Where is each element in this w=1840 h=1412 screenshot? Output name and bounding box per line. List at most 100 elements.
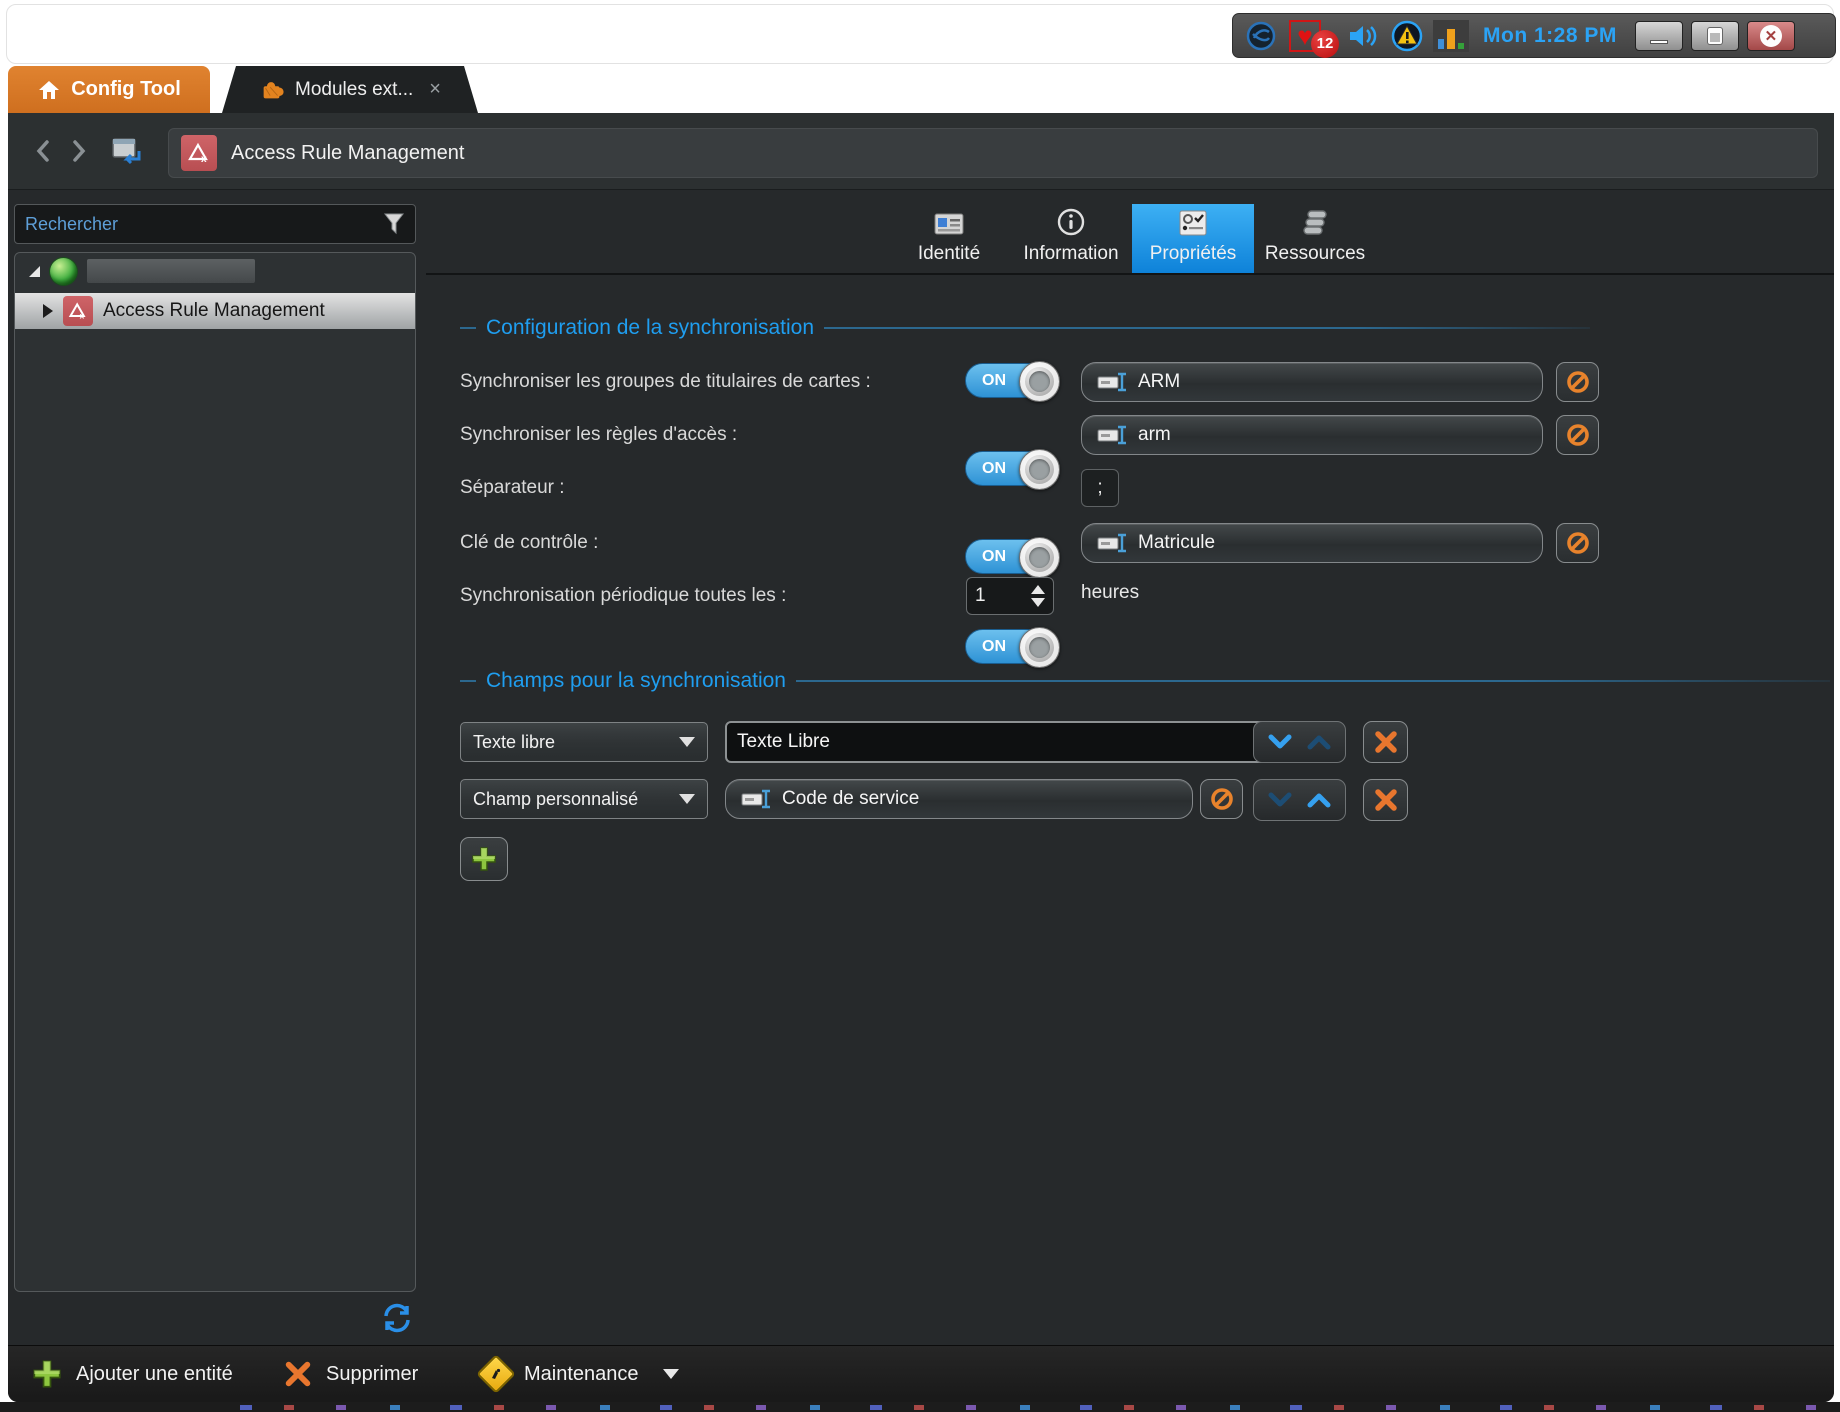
search-box[interactable] bbox=[14, 204, 416, 244]
add-entity-button[interactable]: Ajouter une entité bbox=[32, 1359, 284, 1389]
free-text-value[interactable] bbox=[737, 731, 1259, 753]
add-field-button[interactable] bbox=[460, 837, 508, 881]
toggle-on-label: ON bbox=[982, 638, 1006, 656]
entity-tab-bar: Identité Information Propriétés Ressourc… bbox=[888, 204, 1376, 273]
warnings-icon[interactable] bbox=[1389, 18, 1425, 54]
field-value: Code de service bbox=[782, 788, 919, 810]
system-tray: ♥ 12 Mon 1:28 PM ✕ bbox=[1232, 13, 1836, 58]
restore-button[interactable] bbox=[1691, 21, 1739, 51]
clear-field-button[interactable] bbox=[1556, 362, 1599, 402]
add-entity-label: Ajouter une entité bbox=[76, 1363, 233, 1386]
toggle-knob[interactable] bbox=[1019, 449, 1060, 490]
background-content-fragments bbox=[240, 1405, 1820, 1410]
toggle-access-rules[interactable]: ON bbox=[965, 451, 1059, 486]
delete-row-button[interactable] bbox=[1363, 721, 1408, 763]
block-icon bbox=[1565, 369, 1591, 395]
tab-identite[interactable]: Identité bbox=[888, 204, 1010, 273]
row-label-control-key: Clé de contrôle : bbox=[460, 532, 598, 554]
plus-icon bbox=[32, 1359, 62, 1389]
sync-interval-input[interactable] bbox=[966, 577, 1054, 615]
toggle-knob[interactable] bbox=[1019, 537, 1060, 578]
tab-proprietes-label: Propriétés bbox=[1150, 243, 1237, 265]
step-down-icon[interactable] bbox=[1031, 598, 1045, 607]
tab-proprietes[interactable]: Propriétés bbox=[1132, 204, 1254, 273]
expander-closed-icon[interactable] bbox=[43, 304, 53, 318]
tab-identite-label: Identité bbox=[918, 243, 980, 265]
svg-text:x: x bbox=[80, 311, 85, 321]
tab-ressources[interactable]: Ressources bbox=[1254, 204, 1376, 273]
identity-icon bbox=[933, 211, 965, 237]
toggle-knob[interactable] bbox=[1019, 627, 1060, 668]
toggle-on-label: ON bbox=[982, 460, 1006, 478]
toggle-control-key[interactable]: ON bbox=[965, 629, 1059, 664]
field-control-key[interactable]: Matricule bbox=[1081, 523, 1543, 563]
tab-modules-ext-label: Modules ext... bbox=[295, 79, 413, 101]
clear-field-button[interactable] bbox=[1556, 523, 1599, 563]
genetec-logo-icon[interactable] bbox=[1243, 18, 1279, 54]
tab-information[interactable]: Information bbox=[1010, 204, 1132, 273]
forward-button[interactable] bbox=[66, 135, 92, 167]
move-up-icon[interactable] bbox=[1307, 792, 1331, 808]
information-icon bbox=[1056, 207, 1086, 237]
breadcrumb[interactable]: x Access Rule Management bbox=[168, 128, 1818, 178]
svg-text:x: x bbox=[201, 154, 207, 165]
section-sync-config-header: Configuration de la synchronisation bbox=[460, 316, 1590, 340]
separator-value-box[interactable]: ; bbox=[1081, 469, 1119, 507]
toggle-cardholder-groups[interactable]: ON bbox=[965, 363, 1059, 398]
field-cardholder-group[interactable]: ARM bbox=[1081, 362, 1543, 402]
reorder-buttons[interactable] bbox=[1253, 721, 1346, 763]
maintenance-menu-button[interactable]: Maintenance bbox=[482, 1360, 679, 1388]
field-type-dropdown[interactable]: Champ personnalisé bbox=[460, 779, 708, 819]
tray-clock[interactable]: Mon 1:28 PM bbox=[1477, 24, 1627, 48]
minimize-button[interactable] bbox=[1635, 21, 1683, 51]
task-history-icon[interactable] bbox=[108, 135, 144, 167]
clear-field-button[interactable] bbox=[1556, 415, 1599, 455]
refresh-icon[interactable] bbox=[380, 1301, 414, 1340]
delete-button[interactable]: Supprimer bbox=[284, 1360, 460, 1388]
toggle-on-label: ON bbox=[982, 548, 1006, 566]
row-label-access-rules: Synchroniser les règles d'accès : bbox=[460, 424, 737, 446]
chevron-down-icon bbox=[679, 737, 695, 747]
field-type-dropdown[interactable]: Texte libre bbox=[460, 722, 708, 762]
delete-x-icon bbox=[284, 1360, 312, 1388]
home-icon bbox=[37, 79, 61, 101]
text-field-icon bbox=[1096, 370, 1128, 394]
number-stepper[interactable] bbox=[1031, 585, 1045, 607]
expander-open-icon[interactable] bbox=[29, 266, 40, 277]
health-heart-icon[interactable]: ♥ 12 bbox=[1287, 18, 1323, 54]
entity-tree: x Access Rule Management bbox=[14, 252, 416, 1292]
plus-icon bbox=[471, 846, 497, 872]
tab-close-icon[interactable]: × bbox=[429, 78, 441, 101]
system-load-icon[interactable] bbox=[1433, 18, 1469, 54]
free-text-input[interactable] bbox=[725, 721, 1271, 763]
chevron-down-icon bbox=[663, 1369, 679, 1379]
custom-field-selector[interactable]: Code de service bbox=[725, 779, 1193, 819]
tree-root-row[interactable] bbox=[15, 253, 415, 289]
clear-field-button[interactable] bbox=[1200, 779, 1243, 819]
filter-icon[interactable] bbox=[383, 212, 405, 236]
move-down-icon[interactable] bbox=[1268, 792, 1292, 808]
field-access-rule[interactable]: arm bbox=[1081, 415, 1543, 455]
step-up-icon[interactable] bbox=[1031, 585, 1045, 594]
back-button[interactable] bbox=[30, 135, 56, 167]
move-down-icon[interactable] bbox=[1268, 734, 1292, 750]
volume-icon[interactable] bbox=[1345, 18, 1381, 54]
field-value: Matricule bbox=[1138, 532, 1215, 554]
section-title: Champs pour la synchronisation bbox=[486, 669, 786, 693]
sync-interval-value[interactable] bbox=[975, 585, 1025, 607]
puzzle-icon bbox=[259, 77, 285, 103]
toggle-knob[interactable] bbox=[1019, 361, 1060, 402]
delete-row-button[interactable] bbox=[1363, 779, 1408, 821]
search-input[interactable] bbox=[25, 214, 383, 235]
tab-modules-ext[interactable]: Modules ext... × bbox=[222, 66, 478, 113]
reorder-buttons[interactable] bbox=[1253, 779, 1346, 821]
tree-item-access-rule-management[interactable]: x Access Rule Management bbox=[15, 293, 415, 329]
toggle-separator[interactable]: ON bbox=[965, 539, 1059, 574]
close-button[interactable]: ✕ bbox=[1747, 21, 1795, 51]
row-label-cardholder-groups: Synchroniser les groupes de titulaires d… bbox=[460, 371, 871, 393]
move-up-icon[interactable] bbox=[1307, 734, 1331, 750]
section-sync-fields-header: Champs pour la synchronisation bbox=[460, 669, 1830, 693]
row-label-periodic-sync: Synchronisation périodique toutes les : bbox=[460, 585, 786, 607]
tab-config-tool[interactable]: Config Tool bbox=[8, 66, 210, 113]
dropdown-value: Texte libre bbox=[473, 732, 555, 753]
